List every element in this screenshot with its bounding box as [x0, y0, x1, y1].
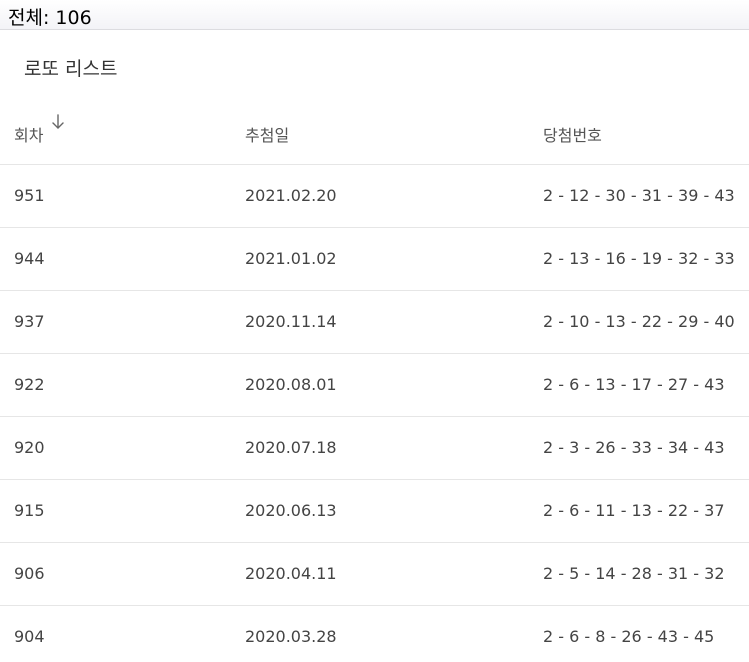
table-row[interactable]: 915 2020.06.13 2 - 6 - 11 - 13 - 22 - 37 — [0, 480, 749, 543]
cell-numbers: 2 - 12 - 30 - 31 - 39 - 43 — [543, 186, 735, 205]
cell-date: 2020.04.11 — [245, 564, 337, 583]
total-count: 전체: 106 — [8, 7, 92, 29]
cell-date: 2020.06.13 — [245, 501, 337, 520]
arrow-down-icon[interactable] — [51, 114, 65, 130]
table-row[interactable]: 922 2020.08.01 2 - 6 - 13 - 17 - 27 - 43 — [0, 354, 749, 417]
table-row[interactable]: 937 2020.11.14 2 - 10 - 13 - 22 - 29 - 4… — [0, 291, 749, 354]
table-header: 회차 추첨일 당첨번호 — [0, 100, 749, 165]
cell-round: 951 — [14, 186, 45, 205]
column-header-round[interactable]: 회차 — [14, 114, 65, 146]
cell-date: 2020.07.18 — [245, 438, 337, 457]
cell-round: 915 — [14, 501, 45, 520]
cell-date: 2020.11.14 — [245, 312, 337, 331]
cell-numbers: 2 - 3 - 26 - 33 - 34 - 43 — [543, 438, 725, 457]
column-header-round-label: 회차 — [14, 126, 44, 145]
cell-numbers: 2 - 6 - 11 - 13 - 22 - 37 — [543, 501, 725, 520]
cell-round: 906 — [14, 564, 45, 583]
cell-date: 2021.02.20 — [245, 186, 337, 205]
cell-numbers: 2 - 13 - 16 - 19 - 32 - 33 — [543, 249, 735, 268]
cell-numbers: 2 - 10 - 13 - 22 - 29 - 40 — [543, 312, 735, 331]
table-row[interactable]: 906 2020.04.11 2 - 5 - 14 - 28 - 31 - 32 — [0, 543, 749, 606]
cell-round: 944 — [14, 249, 45, 268]
cell-numbers: 2 - 5 - 14 - 28 - 31 - 32 — [543, 564, 725, 583]
table-row[interactable]: 944 2021.01.02 2 - 13 - 16 - 19 - 32 - 3… — [0, 228, 749, 291]
table-row[interactable]: 920 2020.07.18 2 - 3 - 26 - 33 - 34 - 43 — [0, 417, 749, 480]
cell-numbers: 2 - 6 - 13 - 17 - 27 - 43 — [543, 375, 725, 394]
table-row[interactable]: 904 2020.03.28 2 - 6 - 8 - 26 - 43 - 45 — [0, 606, 749, 662]
cell-round: 937 — [14, 312, 45, 331]
lotto-list-card: 로또 리스트 회차 추첨일 당첨번호 951 2021.02.20 2 - 12… — [0, 31, 749, 662]
cell-date: 2020.03.28 — [245, 627, 337, 646]
column-header-numbers[interactable]: 당첨번호 — [543, 122, 602, 146]
cell-round: 920 — [14, 438, 45, 457]
cell-round: 922 — [14, 375, 45, 394]
column-header-date[interactable]: 추첨일 — [245, 122, 289, 146]
total-count-bar: 전체: 106 — [0, 0, 749, 30]
cell-round: 904 — [14, 627, 45, 646]
lotto-table: 회차 추첨일 당첨번호 951 2021.02.20 2 - 12 - 30 -… — [0, 100, 749, 662]
table-row[interactable]: 951 2021.02.20 2 - 12 - 30 - 31 - 39 - 4… — [0, 165, 749, 228]
cell-numbers: 2 - 6 - 8 - 26 - 43 - 45 — [543, 627, 715, 646]
cell-date: 2021.01.02 — [245, 249, 337, 268]
cell-date: 2020.08.01 — [245, 375, 337, 394]
list-title: 로또 리스트 — [24, 58, 118, 80]
